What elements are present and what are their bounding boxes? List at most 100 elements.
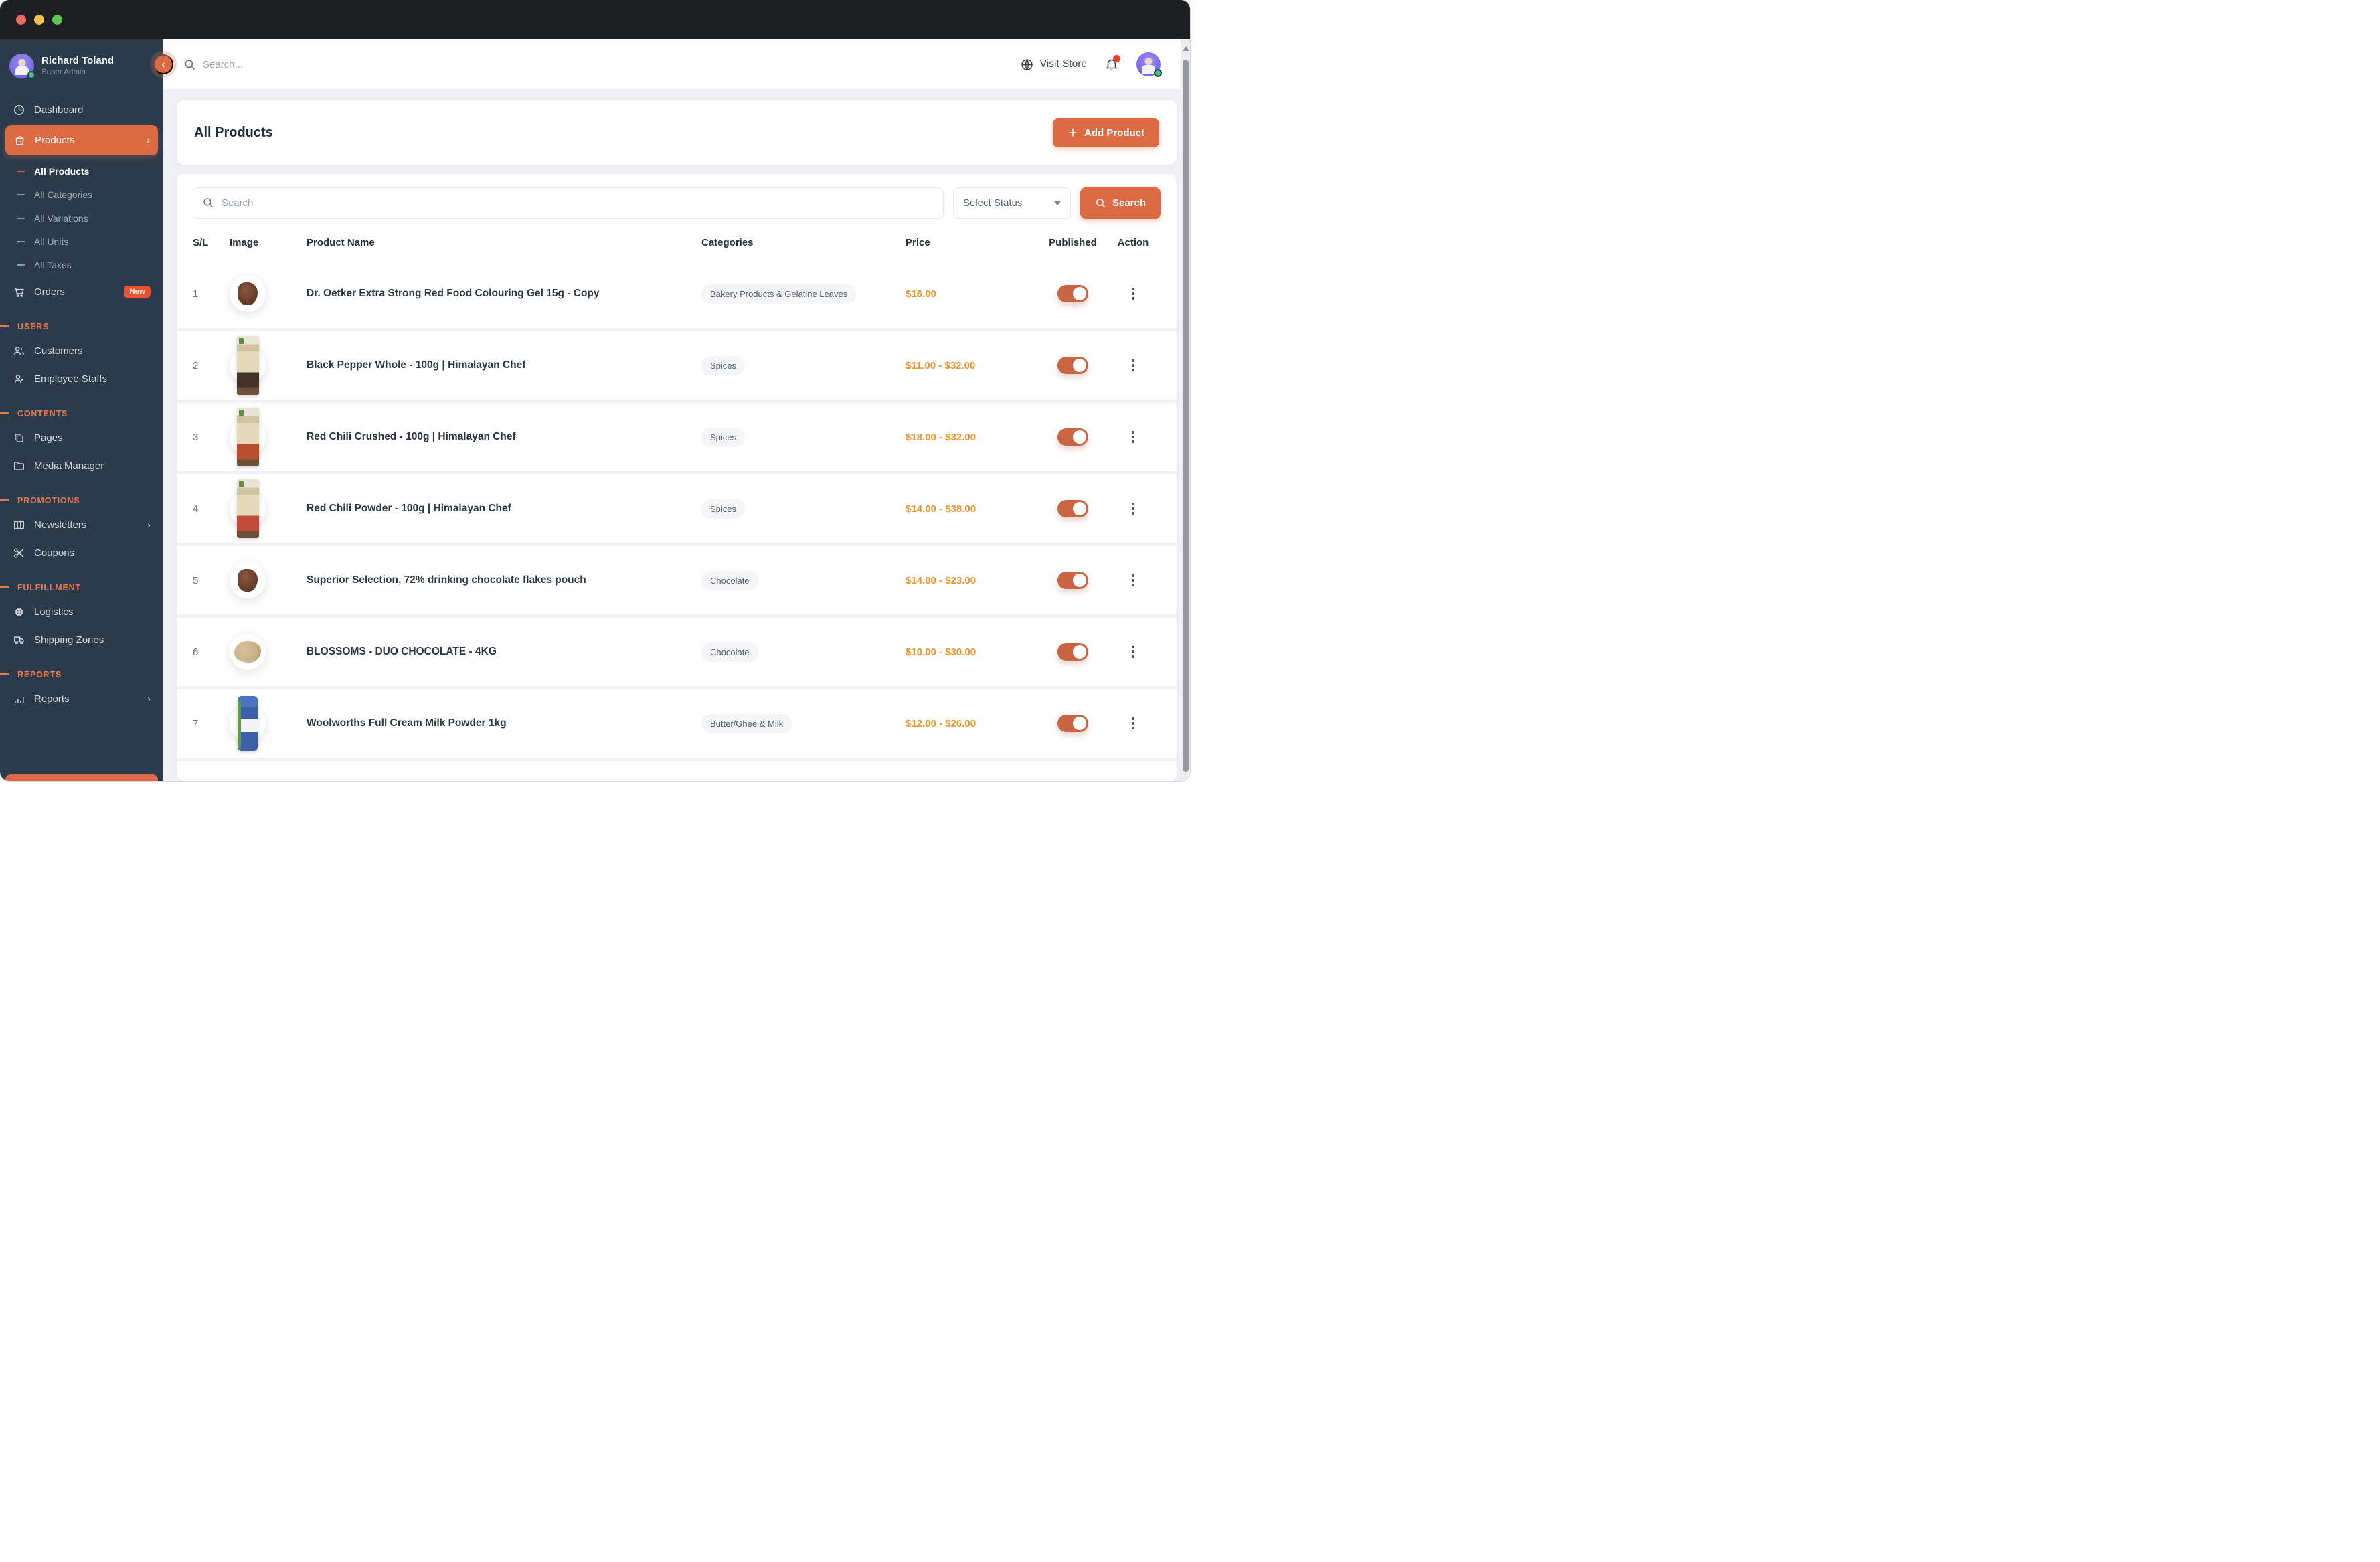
pages-icon [13,432,25,444]
scrollbar-thumb[interactable] [1183,60,1189,772]
category-chip: Spices [701,355,746,375]
topbar-avatar[interactable] [1136,52,1162,77]
caret-down-icon [1054,201,1061,205]
category-chip: Chocolate [701,642,758,662]
close-window-button[interactable] [16,15,26,25]
sidebar: Richard Toland Super Admin Dashboard Pro… [0,39,163,781]
users-icon [13,345,25,357]
product-price: $16.00 [906,288,936,300]
product-image [230,546,266,614]
published-toggle[interactable] [1057,500,1088,517]
published-toggle[interactable] [1057,428,1088,446]
section-contents: CONTENTS [0,409,163,418]
submenu-all-products[interactable]: All Products [0,159,163,183]
row-actions-menu[interactable] [1132,722,1134,725]
submenu-all-taxes[interactable]: All Taxes [0,253,163,276]
chevron-right-icon: › [147,693,151,705]
published-toggle[interactable] [1057,715,1088,732]
published-toggle[interactable] [1057,357,1088,374]
folder-icon [13,460,25,472]
product-name: Dr. Oetker Extra Strong Red Food Colouri… [307,287,600,299]
section-reports: REPORTS [0,670,163,679]
visit-store-link[interactable]: Visit Store [1020,58,1087,72]
sidebar-next-item-partial [5,774,158,781]
sidebar-item-pages[interactable]: Pages [0,424,163,452]
scissors-icon [13,547,25,559]
search-icon [183,58,196,71]
search-icon [202,197,214,209]
sidebar-item-products[interactable]: Products › [5,125,158,155]
table-row: 2 Black Pepper Whole - 100g | Himalayan … [177,331,1177,403]
table-row: 6 BLOSSOMS - DUO CHOCOLATE - 4KG Chocola… [177,618,1177,689]
published-toggle[interactable] [1057,572,1088,589]
status-select[interactable]: Select Status [953,187,1071,219]
sidebar-item-logistics[interactable]: Logistics [0,598,163,626]
truck-icon [13,634,25,646]
sidebar-collapse-button[interactable]: ‹ [153,54,173,74]
product-image [230,331,266,400]
category-chip: Spices [701,499,746,519]
sidebar-item-dashboard[interactable]: Dashboard [0,96,163,124]
category-chip: Chocolate [701,570,758,590]
minimize-window-button[interactable] [34,15,44,25]
online-status-dot [27,70,35,79]
row-actions-menu[interactable] [1132,507,1134,510]
user-name: Richard Toland [41,55,114,66]
sidebar-item-newsletters[interactable]: Newsletters › [0,511,163,539]
category-chip: Spices [701,427,746,447]
sidebar-item-orders[interactable]: Orders New [0,278,163,306]
product-price: $18.00 - $32.00 [906,431,976,443]
search-button[interactable]: Search [1080,187,1161,219]
table-row: 7 Woolworths Full Cream Milk Powder 1kg … [177,689,1177,761]
globe-icon [1020,58,1034,72]
sidebar-item-coupons[interactable]: Coupons [0,539,163,567]
row-actions-menu[interactable] [1132,579,1134,582]
user-role: Super Admin [41,68,86,76]
notifications-button[interactable] [1104,55,1120,72]
maximize-window-button[interactable] [52,15,62,25]
dashboard-icon [13,104,25,116]
sidebar-item-employee-staffs[interactable]: Employee Staffs [0,365,163,393]
scroll-up-arrow[interactable] [1182,46,1189,51]
sidebar-item-media-manager[interactable]: Media Manager [0,452,163,480]
table-header-row: S/L Image Product Name Categories Price … [193,237,1149,248]
notification-badge [1113,55,1120,62]
user-check-icon [13,373,25,385]
app-window: Richard Toland Super Admin Dashboard Pro… [0,0,1190,781]
products-table-card: Select Status Search S/L Image Product N… [177,174,1177,781]
row-actions-menu[interactable] [1132,292,1134,295]
product-price: $12.00 - $26.00 [906,717,976,729]
add-product-button[interactable]: Add Product [1053,118,1159,147]
topbar: Visit Store [163,39,1190,90]
new-badge: New [124,286,151,298]
row-actions-menu[interactable] [1132,364,1134,367]
cart-icon [13,286,25,298]
submenu-all-units[interactable]: All Units [0,230,163,253]
product-price: $11.00 - $32.00 [906,359,976,371]
chevron-right-icon: › [147,519,151,531]
map-icon [13,519,25,531]
product-name: Superior Selection, 72% drinking chocola… [307,574,586,586]
sidebar-item-customers[interactable]: Customers [0,337,163,365]
product-price: $14.00 - $23.00 [906,574,976,586]
section-users: USERS [0,322,163,331]
published-toggle[interactable] [1057,285,1088,302]
vertical-scrollbar [1181,39,1190,781]
row-actions-menu[interactable] [1132,436,1134,438]
product-name: Black Pepper Whole - 100g | Himalayan Ch… [307,359,526,371]
page-header-card: All Products Add Product [177,100,1177,165]
submenu-all-variations[interactable]: All Variations [0,206,163,230]
published-toggle[interactable] [1057,643,1088,661]
submenu-all-categories[interactable]: All Categories [0,183,163,206]
bar-chart-icon [13,693,25,705]
product-image [230,260,266,328]
global-search-input[interactable] [203,58,404,70]
search-icon [1095,197,1106,209]
user-profile[interactable]: Richard Toland Super Admin [0,50,163,81]
sidebar-item-reports[interactable]: Reports › [0,685,163,713]
table-search-input[interactable] [193,187,944,219]
row-actions-menu[interactable] [1132,650,1134,653]
product-image [230,618,266,686]
product-image [230,689,266,758]
sidebar-item-shipping-zones[interactable]: Shipping Zones [0,626,163,654]
